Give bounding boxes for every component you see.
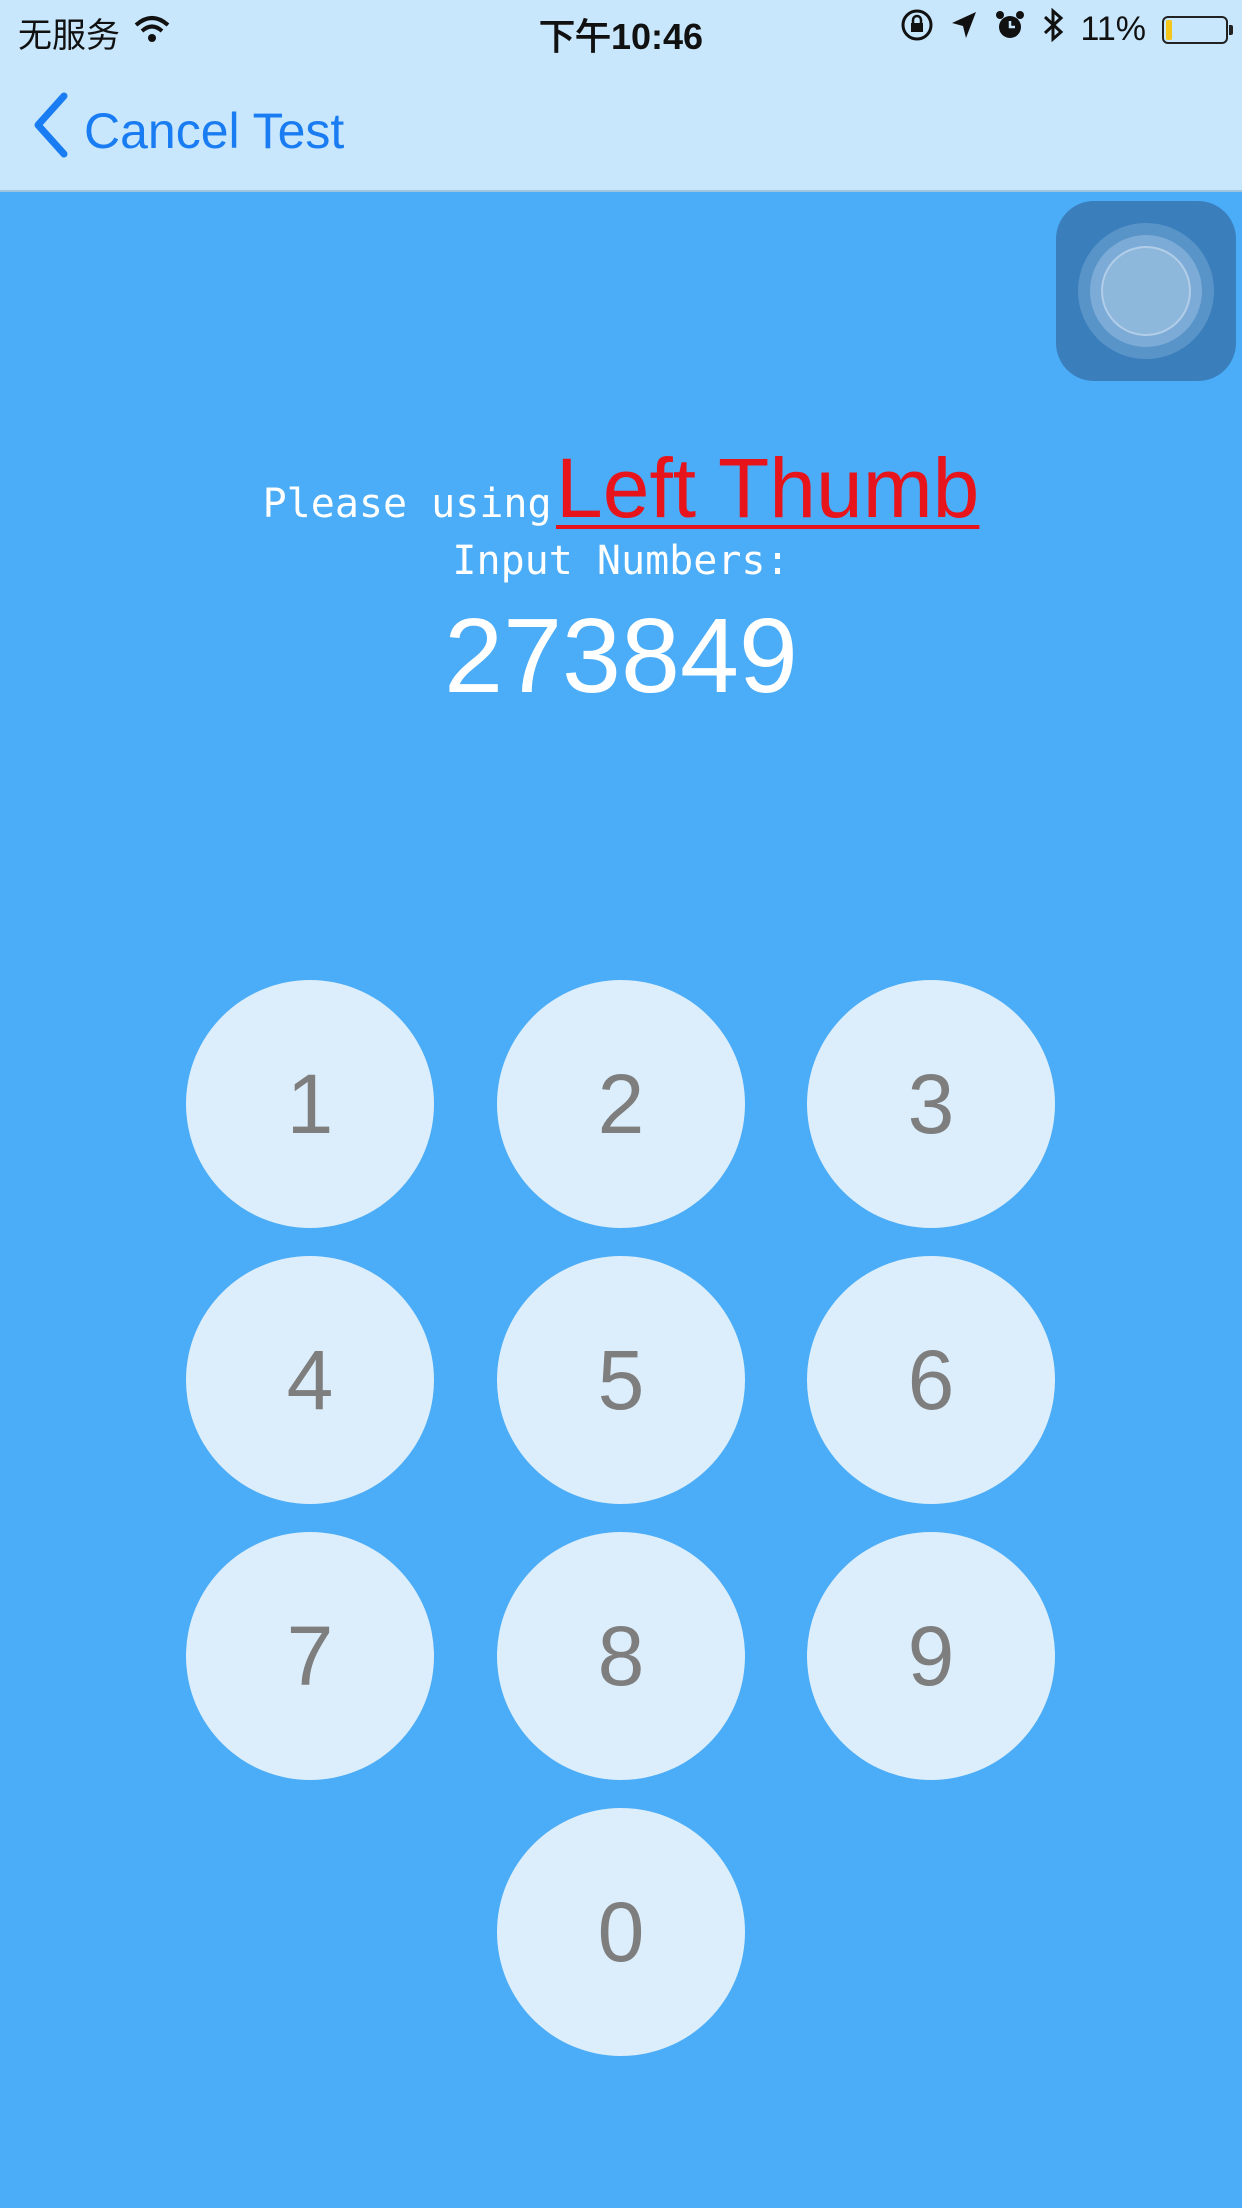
instruction-prefix: Please using: [262, 481, 552, 527]
battery-level: [1166, 19, 1173, 40]
key-1[interactable]: 1: [186, 980, 434, 1228]
status-right: 11%: [900, 7, 1233, 51]
key-0[interactable]: 0: [497, 1808, 745, 2056]
instruction-line: Please using Left Thumb: [0, 440, 1242, 537]
bluetooth-icon: [1042, 7, 1064, 51]
key-4[interactable]: 4: [186, 1256, 434, 1504]
key-3[interactable]: 3: [807, 980, 1055, 1228]
key-8[interactable]: 8: [497, 1532, 745, 1780]
cancel-test-label: Cancel Test: [84, 103, 345, 159]
cancel-test-button[interactable]: Cancel Test: [32, 92, 344, 170]
input-label: Input Numbers:: [452, 538, 790, 584]
thumb-name: Left Thumb: [556, 441, 980, 535]
location-icon: [950, 10, 978, 49]
key-9[interactable]: 9: [807, 1532, 1055, 1780]
battery-icon: [1162, 15, 1233, 44]
key-5[interactable]: 5: [497, 1256, 745, 1504]
key-6[interactable]: 6: [807, 1256, 1055, 1504]
status-bar: 无服务 下午10:46 11%: [0, 0, 1242, 62]
assistive-touch-button[interactable]: [1056, 201, 1236, 381]
assistive-ring-inner: [1101, 246, 1191, 336]
orientation-lock-icon: [900, 8, 934, 51]
chevron-left-icon: [32, 92, 70, 170]
alarm-icon: [994, 9, 1026, 50]
key-2[interactable]: 2: [497, 980, 745, 1228]
target-number: 273849: [444, 597, 798, 715]
key-7[interactable]: 7: [186, 1532, 434, 1780]
battery-percent: 11%: [1080, 10, 1146, 48]
nav-bar: Cancel Test: [0, 62, 1242, 192]
